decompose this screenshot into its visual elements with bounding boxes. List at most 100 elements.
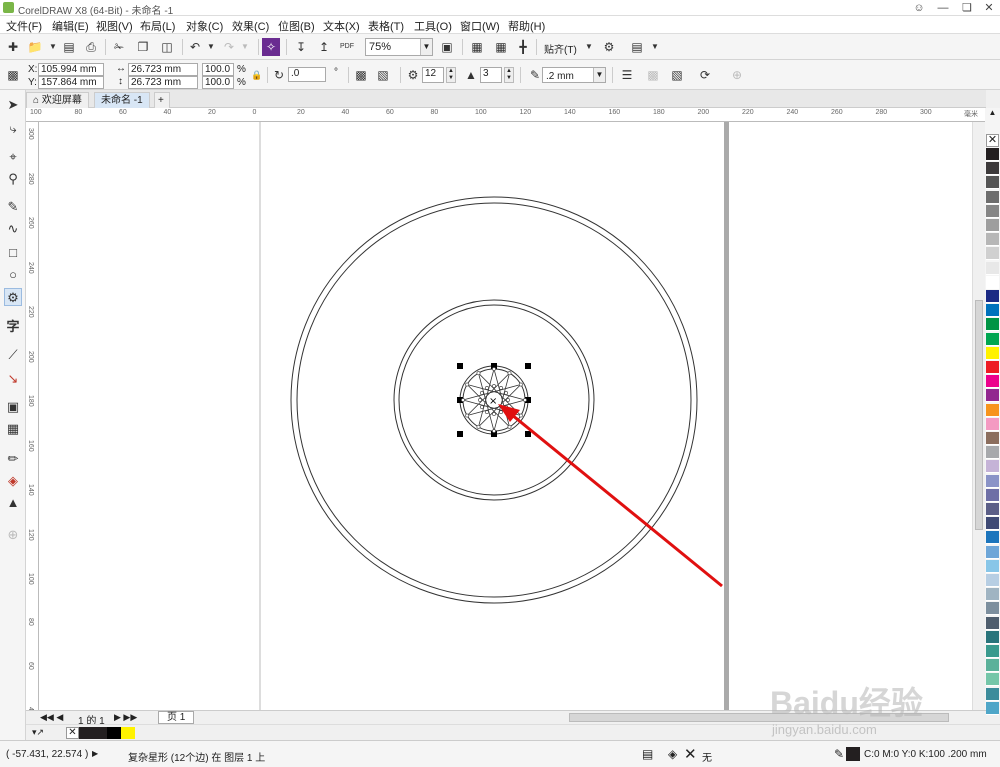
palette-swatch[interactable] xyxy=(986,602,999,616)
palette-swatch[interactable] xyxy=(986,488,999,502)
palette-swatch[interactable] xyxy=(986,375,999,389)
vertical-ruler[interactable]: 300280260240220200180160140120100806040 xyxy=(26,122,39,714)
palette-swatch[interactable] xyxy=(986,332,999,346)
palette-swatch[interactable] xyxy=(986,630,999,644)
ellipse-tool-icon[interactable]: ○ xyxy=(4,266,22,284)
scale-y-input[interactable]: 100.0 xyxy=(202,76,234,89)
page-nav-buttons[interactable]: ◀◀ ◀ xyxy=(40,712,63,723)
mirror-horizontal-icon[interactable]: ▩ xyxy=(352,66,370,84)
palette-swatch[interactable] xyxy=(986,446,999,460)
palette-swatch[interactable] xyxy=(986,148,999,161)
palette-swatch[interactable] xyxy=(986,588,999,602)
undo-dropdown-icon[interactable]: ▼ xyxy=(202,38,220,56)
selection-handle[interactable] xyxy=(525,431,531,437)
menu-tools[interactable]: 工具(O) xyxy=(414,18,452,34)
new-document-icon[interactable]: ✚ xyxy=(4,38,22,56)
height-input[interactable]: 26.723 mm xyxy=(128,76,198,89)
palette-swatch[interactable] xyxy=(986,403,999,417)
palette-swatch[interactable] xyxy=(986,559,999,573)
full-screen-icon[interactable]: ▣ xyxy=(438,38,456,56)
show-guidelines-icon[interactable]: ╋ xyxy=(514,38,532,56)
snap-dropdown-icon[interactable]: ▼ xyxy=(580,38,598,56)
palette-swatch[interactable] xyxy=(986,275,999,289)
page-tab-1[interactable]: 页 1 xyxy=(158,711,195,724)
sharpness-spinner[interactable]: ▲ ▼ xyxy=(504,67,514,83)
search-content-icon[interactable]: ✧ xyxy=(262,38,280,56)
eyedropper-tool-icon[interactable]: ✏ xyxy=(4,450,22,468)
palette-swatch[interactable] xyxy=(986,190,999,204)
scale-x-input[interactable]: 100.0 xyxy=(202,63,234,76)
palette-swatch[interactable] xyxy=(986,219,999,232)
smart-fill-icon[interactable]: ▲ xyxy=(4,494,22,512)
star-tool-icon[interactable]: ⚙ xyxy=(4,288,22,306)
cut-icon[interactable]: ✁ xyxy=(110,38,128,56)
open-folder-icon[interactable]: 📁 xyxy=(26,38,44,56)
palette-swatch[interactable] xyxy=(986,474,999,488)
transparency-tool-icon[interactable]: ▦ xyxy=(4,420,22,438)
combine-icon[interactable]: ▩ xyxy=(644,66,662,84)
palette-swatch[interactable] xyxy=(986,531,999,545)
horizontal-ruler[interactable]: 100 80 60 40 20 0 20 40 60 80 100 120 140 160 180 200 22… xyxy=(26,108,986,122)
application-launcher-icon[interactable]: ▤ xyxy=(628,38,646,56)
menu-window[interactable]: 窗口(W) xyxy=(460,18,500,34)
width-input[interactable]: 26.723 mm xyxy=(128,63,198,76)
selection-handle[interactable] xyxy=(457,431,463,437)
palette-swatch[interactable] xyxy=(986,659,999,673)
palette-swatch[interactable] xyxy=(986,417,999,431)
pick-tool-icon[interactable]: ➤ xyxy=(4,96,22,114)
page-nav-next-buttons[interactable]: ▶ ▶▶ xyxy=(114,712,137,723)
mirror-vertical-icon[interactable]: ▧ xyxy=(374,66,392,84)
y-position-input[interactable]: 157.864 mm xyxy=(38,76,104,89)
doc-swatch-black-1[interactable] xyxy=(79,727,93,739)
doc-swatch-yellow[interactable] xyxy=(121,727,135,739)
text-tool-icon[interactable]: 字 xyxy=(4,318,22,336)
tab-untitled-document[interactable]: 未命名 -1 xyxy=(94,92,150,108)
palette-swatch[interactable] xyxy=(986,545,999,559)
x-position-input[interactable]: 105.994 mm xyxy=(38,63,104,76)
add-tab-icon[interactable]: + xyxy=(154,92,170,108)
palette-swatch[interactable] xyxy=(986,162,999,176)
menu-effects[interactable]: 效果(C) xyxy=(232,18,269,34)
selection-handle[interactable] xyxy=(457,363,463,369)
menu-help[interactable]: 帮助(H) xyxy=(508,18,545,34)
points-spinner[interactable]: ▲ ▼ xyxy=(446,67,456,83)
palette-swatch[interactable] xyxy=(986,290,999,303)
palette-swatch[interactable] xyxy=(986,503,999,516)
outline-width-combo[interactable]: .2 mm ▼ xyxy=(542,67,606,83)
options-gear-icon[interactable]: ⚙ xyxy=(600,38,618,56)
palette-swatch[interactable] xyxy=(986,247,999,261)
palette-swatch[interactable] xyxy=(986,701,999,715)
menu-bitmaps[interactable]: 位图(B) xyxy=(278,18,315,34)
parallel-dimension-icon[interactable]: ⟋ xyxy=(4,346,22,364)
rotation-angle-input[interactable]: .0 xyxy=(288,67,326,82)
connector-tool-icon[interactable]: ↘ xyxy=(4,370,22,388)
palette-swatch[interactable] xyxy=(986,616,999,630)
crop-tool-icon[interactable]: ⌖ xyxy=(4,148,22,166)
rotation-icon[interactable]: ↻ xyxy=(270,66,288,84)
minimize-button[interactable]: — xyxy=(932,0,954,16)
wrap-text-icon[interactable]: ☰ xyxy=(618,66,636,84)
snap-to-button[interactable]: 贴齐(T) xyxy=(544,41,577,56)
palette-swatch[interactable] xyxy=(986,673,999,687)
import-icon[interactable]: ↧ xyxy=(292,38,310,56)
palette-swatch[interactable] xyxy=(986,233,999,247)
color-proof-icon[interactable]: ▤ xyxy=(642,747,653,761)
copy-icon[interactable]: ❐ xyxy=(134,38,152,56)
palette-swatch[interactable] xyxy=(986,346,999,360)
star-sharpness-input[interactable]: 3 xyxy=(480,67,502,83)
selection-handle[interactable] xyxy=(525,363,531,369)
lock-ratio-icon[interactable]: 🔒 xyxy=(248,66,266,84)
artistic-media-icon[interactable]: ∿ xyxy=(4,220,22,238)
palette-swatch[interactable] xyxy=(986,176,999,190)
vertical-scroll-thumb[interactable] xyxy=(975,300,983,530)
menu-text[interactable]: 文本(X) xyxy=(323,18,360,34)
menu-object[interactable]: 对象(C) xyxy=(186,18,223,34)
palette-swatch[interactable] xyxy=(986,460,999,474)
redo-dropdown-icon[interactable]: ▼ xyxy=(236,38,254,56)
palette-scroll-up-icon[interactable]: ▲ xyxy=(986,108,999,118)
quick-customize-icon[interactable]: ⊕ xyxy=(728,66,746,84)
show-grid-icon[interactable]: ▦ xyxy=(492,38,510,56)
print-icon[interactable]: ⎙ xyxy=(82,38,100,56)
drawing-canvas[interactable]: × xyxy=(39,122,985,710)
document-palette-menu-icon[interactable]: ▾↗ xyxy=(32,727,44,738)
